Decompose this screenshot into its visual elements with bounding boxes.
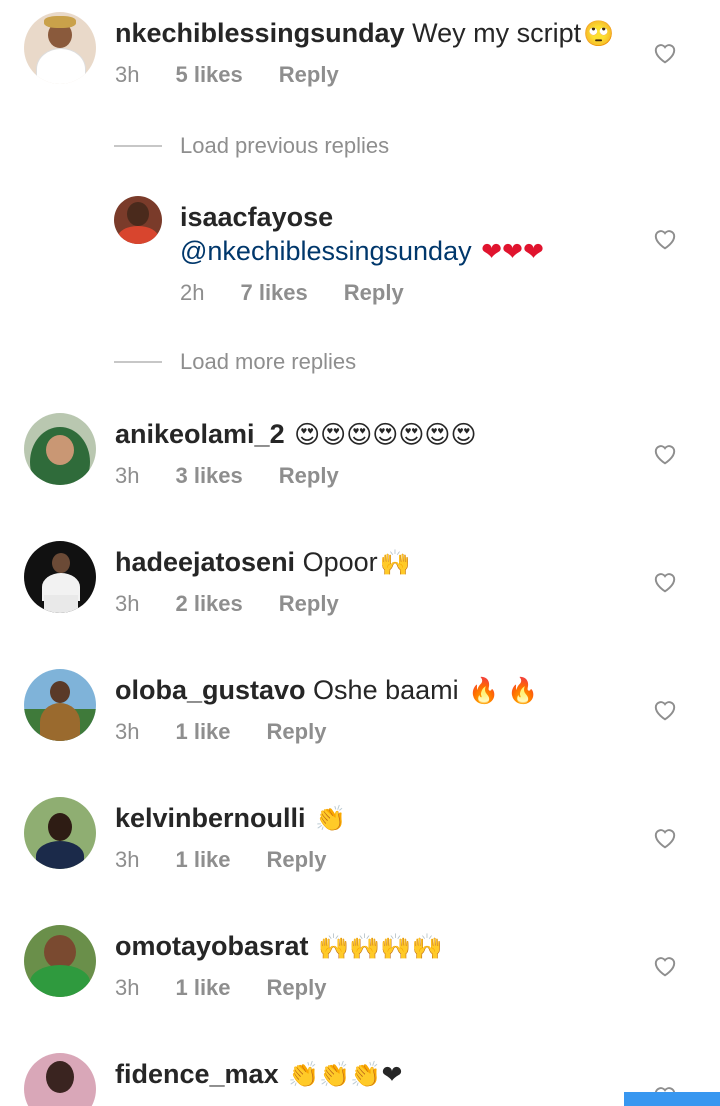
avatar[interactable]: [24, 413, 96, 485]
comment-meta: 3h 3 likes Reply: [115, 463, 375, 489]
reply-button[interactable]: Reply: [344, 280, 404, 306]
comment-text: oloba_gustavo Oshe baami 🔥 🔥: [115, 673, 538, 708]
avatar[interactable]: [24, 925, 96, 997]
timestamp: 3h: [115, 591, 140, 616]
comment-text: isaacfayose @nkechiblessingsunday ❤❤❤: [180, 200, 544, 269]
reply-button[interactable]: Reply: [267, 975, 327, 1001]
comment-anikeolami_2: anikeolami_2 😍😍😍😍😍😍😍 3h 3 likes Reply: [0, 413, 720, 503]
username[interactable]: nkechiblessingsunday: [115, 18, 405, 48]
comment-text: anikeolami_2 😍😍😍😍😍😍😍: [115, 417, 477, 452]
likes-count[interactable]: 2 likes: [175, 591, 242, 617]
heart-outline-icon[interactable]: [652, 825, 678, 849]
load-more-label[interactable]: Load more replies: [180, 348, 356, 376]
comment-oloba_gustavo: oloba_gustavo Oshe baami 🔥 🔥 3h 1 like Rep…: [0, 669, 720, 759]
username[interactable]: kelvinbernoulli: [115, 803, 306, 833]
comment-text: hadeejatoseni Opoor🙌: [115, 545, 411, 580]
likes-count[interactable]: 5 likes: [175, 62, 242, 88]
heart-outline-icon[interactable]: [652, 226, 678, 250]
reply-button[interactable]: Reply: [267, 719, 327, 745]
reply-isaacfayose: isaacfayose @nkechiblessingsunday ❤❤❤ 2h…: [0, 196, 720, 316]
reply-button[interactable]: Reply: [279, 62, 339, 88]
clapping-hands-emoji: 👏👏👏❤: [288, 1060, 403, 1089]
eye-roll-emoji: 🙄: [583, 19, 615, 48]
divider-line: [114, 145, 162, 147]
comment-fidence_max: fidence_max 👏👏👏❤: [0, 1053, 720, 1106]
avatar[interactable]: [24, 797, 96, 869]
raised-hands-emoji: 🙌: [379, 548, 411, 577]
heart-outline-icon[interactable]: [652, 953, 678, 977]
comment-hadeejatoseni: hadeejatoseni Opoor🙌 3h 2 likes Reply: [0, 541, 720, 631]
comment-meta: 3h 1 like Reply: [115, 719, 362, 745]
comment-kelvinbernoulli: kelvinbernoulli 👏 3h 1 like Reply: [0, 797, 720, 887]
comment-meta: 3h 1 like Reply: [115, 847, 362, 873]
likes-count[interactable]: 1 like: [175, 847, 230, 873]
mention-link[interactable]: @nkechiblessingsunday: [180, 236, 472, 266]
comment-meta: 3h 5 likes Reply: [115, 62, 375, 88]
reply-button[interactable]: Reply: [279, 591, 339, 617]
username[interactable]: fidence_max: [115, 1059, 279, 1089]
comment-omotayobasrat: omotayobasrat 🙌🙌🙌🙌 3h 1 like Reply: [0, 925, 720, 1015]
comment-meta: 3h 2 likes Reply: [115, 591, 375, 617]
heart-outline-icon[interactable]: [652, 40, 678, 64]
fire-emoji: 🔥 🔥: [468, 676, 539, 705]
timestamp: 3h: [115, 719, 140, 744]
reply-button[interactable]: Reply: [279, 463, 339, 489]
timestamp: 3h: [115, 463, 140, 488]
avatar[interactable]: [24, 1053, 96, 1106]
comment-meta: 3h 1 like Reply: [115, 975, 362, 1001]
heart-outline-icon[interactable]: [652, 441, 678, 465]
comment-body: Oshe baami: [313, 675, 459, 705]
timestamp: 3h: [115, 975, 140, 1000]
avatar[interactable]: [24, 12, 96, 84]
load-more-replies[interactable]: Load more replies: [114, 348, 674, 378]
username[interactable]: oloba_gustavo: [115, 675, 306, 705]
hearts-emoji: ❤❤❤: [481, 237, 544, 266]
raised-hands-emoji: 🙌🙌🙌🙌: [318, 932, 443, 961]
scroll-indicator: [624, 1092, 720, 1106]
likes-count[interactable]: 3 likes: [175, 463, 242, 489]
comment-body: Opoor: [302, 547, 378, 577]
comment-meta: 2h 7 likes Reply: [180, 280, 440, 306]
load-previous-label[interactable]: Load previous replies: [180, 132, 389, 160]
username[interactable]: hadeejatoseni: [115, 547, 295, 577]
avatar[interactable]: [24, 669, 96, 741]
avatar[interactable]: [114, 196, 162, 244]
comment-text: nkechiblessingsunday Wey my script🙄: [115, 16, 614, 51]
likes-count[interactable]: 7 likes: [240, 280, 307, 306]
username[interactable]: anikeolami_2: [115, 419, 285, 449]
heart-outline-icon[interactable]: [652, 569, 678, 593]
load-previous-replies[interactable]: Load previous replies: [114, 132, 674, 162]
likes-count[interactable]: 1 like: [175, 975, 230, 1001]
divider-line: [114, 361, 162, 363]
timestamp: 3h: [115, 62, 140, 87]
clapping-hands-emoji: 👏: [315, 804, 347, 833]
timestamp: 2h: [180, 280, 205, 305]
likes-count[interactable]: 1 like: [175, 719, 230, 745]
heart-eyes-emoji: 😍😍😍😍😍😍😍: [294, 420, 477, 449]
comment-text: fidence_max 👏👏👏❤: [115, 1057, 402, 1092]
comment-nkechiblessingsunday: nkechiblessingsunday Wey my script🙄 3h 5 …: [0, 12, 720, 102]
heart-outline-icon[interactable]: [652, 697, 678, 721]
timestamp: 3h: [115, 847, 140, 872]
username[interactable]: isaacfayose: [180, 200, 544, 234]
reply-button[interactable]: Reply: [267, 847, 327, 873]
avatar[interactable]: [24, 541, 96, 613]
comment-body: Wey my script: [412, 18, 582, 48]
username[interactable]: omotayobasrat: [115, 931, 309, 961]
comment-text: omotayobasrat 🙌🙌🙌🙌: [115, 929, 443, 964]
comment-text: kelvinbernoulli 👏: [115, 801, 346, 836]
